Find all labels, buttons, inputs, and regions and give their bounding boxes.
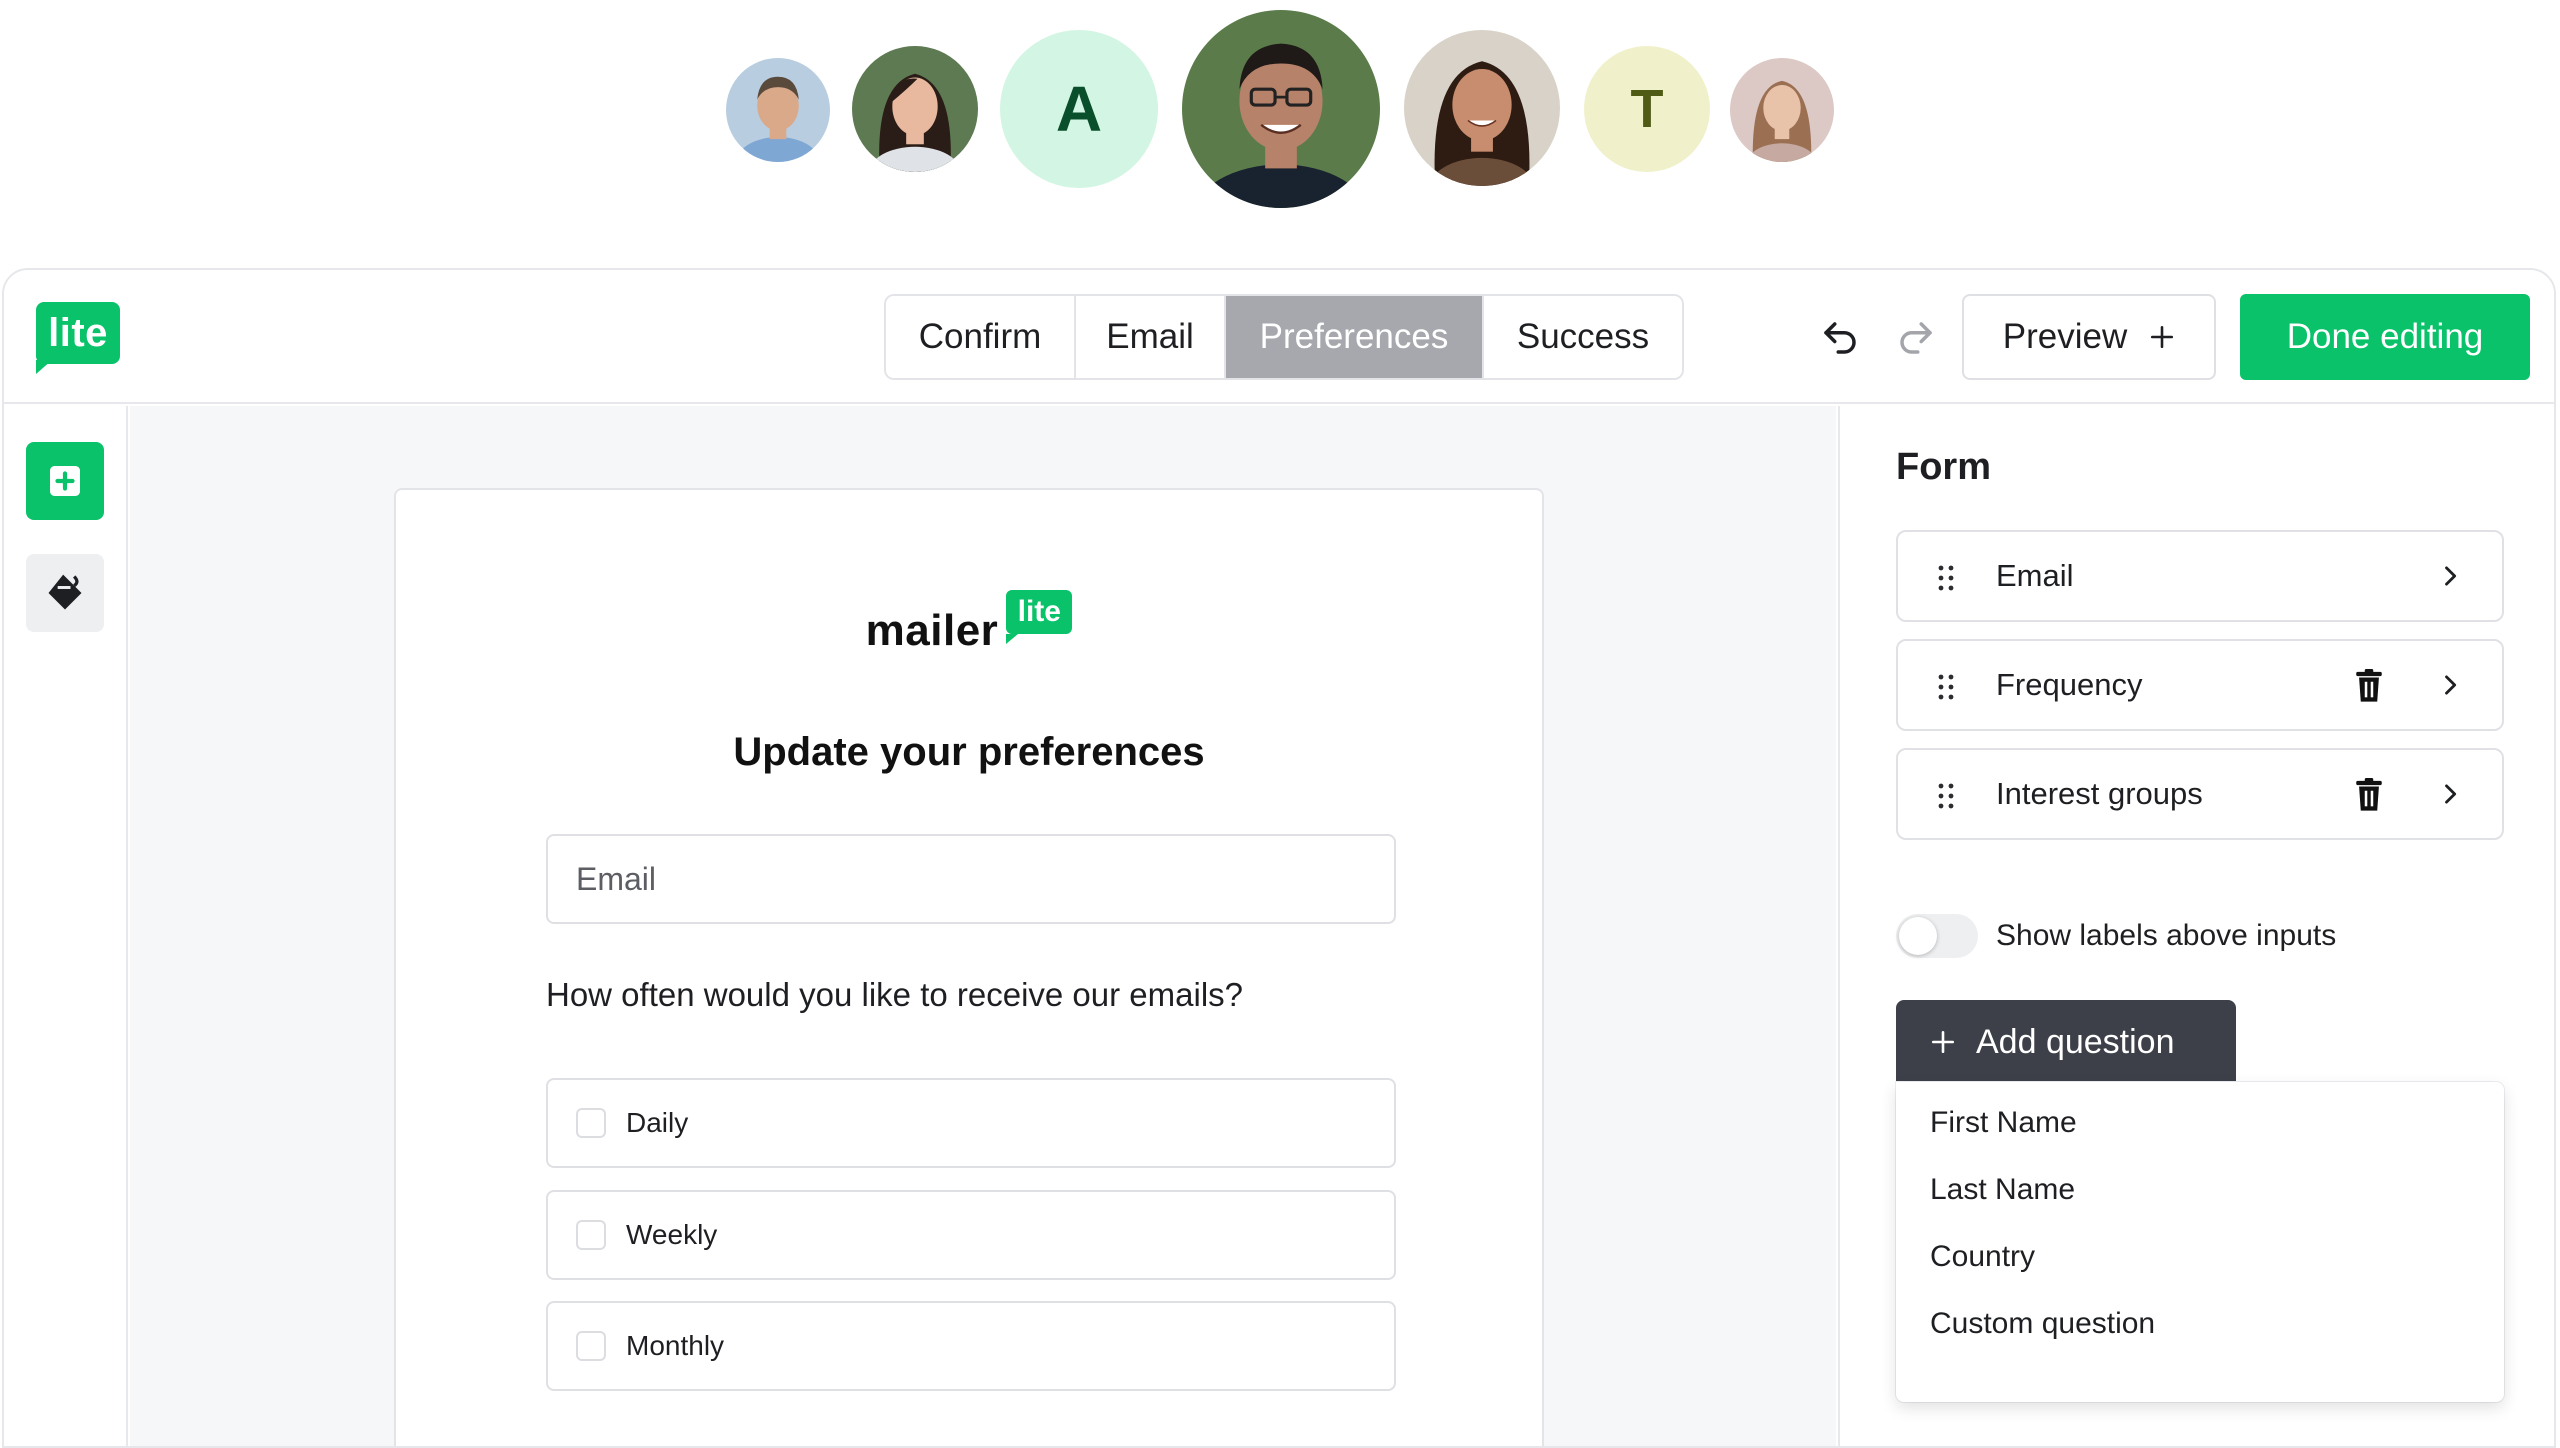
paint-bucket-icon bbox=[48, 574, 82, 610]
redo-button[interactable] bbox=[1886, 308, 1946, 368]
drag-handle-icon[interactable] bbox=[1936, 564, 1956, 592]
avatar-letter-t: T bbox=[1584, 46, 1710, 172]
checkbox[interactable] bbox=[576, 1220, 606, 1250]
avatar-letter-a: A bbox=[1000, 30, 1158, 188]
design-button[interactable] bbox=[26, 554, 104, 632]
form-settings-panel: Form Email Frequency Interest groups Sho… bbox=[1838, 406, 2554, 1446]
redo-icon bbox=[1900, 322, 1932, 354]
avatar-letter: T bbox=[1630, 79, 1664, 139]
brand-word: mailer bbox=[865, 606, 999, 655]
trash-icon[interactable] bbox=[2354, 669, 2384, 703]
plus-icon bbox=[2151, 325, 2174, 349]
field-label: Frequency bbox=[1996, 667, 2143, 702]
option-weekly[interactable]: Weekly bbox=[546, 1190, 1396, 1280]
preferences-form-card: mailer lite Update your preferences Emai… bbox=[394, 488, 1544, 1446]
step-tabs: Confirm Email Preferences Success bbox=[884, 294, 1684, 380]
field-email[interactable]: Email bbox=[1896, 530, 2504, 622]
tab-preferences[interactable]: Preferences bbox=[1226, 296, 1484, 378]
option-label: Weekly bbox=[626, 1219, 718, 1250]
preview-button[interactable]: Preview bbox=[1962, 294, 2216, 380]
menu-item-country[interactable]: Country bbox=[1930, 1240, 2035, 1274]
checkbox[interactable] bbox=[576, 1331, 606, 1361]
drag-handle-icon[interactable] bbox=[1936, 782, 1956, 810]
avatar-letter: A bbox=[1055, 73, 1103, 145]
avatar-woman-light bbox=[1730, 58, 1834, 162]
brand-badge: lite bbox=[1006, 590, 1073, 644]
preview-label: Preview bbox=[2002, 317, 2128, 356]
mailerlite-brand: mailer lite bbox=[396, 586, 1542, 656]
drag-handle-icon[interactable] bbox=[1936, 673, 1956, 701]
option-label: Monthly bbox=[626, 1330, 725, 1361]
tab-success[interactable]: Success bbox=[1484, 296, 1682, 378]
checkbox[interactable] bbox=[576, 1108, 606, 1138]
add-block-button[interactable] bbox=[26, 442, 104, 520]
avatar-man-short-hair bbox=[726, 58, 830, 162]
add-question-button[interactable]: Add question bbox=[1896, 1000, 2236, 1084]
avatar-woman-smiling bbox=[1404, 30, 1560, 186]
frequency-question: How often would you like to receive our … bbox=[546, 976, 1244, 1013]
option-daily[interactable]: Daily bbox=[546, 1078, 1396, 1168]
form-canvas: mailer lite Update your preferences Emai… bbox=[130, 406, 1836, 1446]
plus-square-icon bbox=[50, 466, 80, 496]
tab-email[interactable]: Email bbox=[1076, 296, 1226, 378]
panel-title: Form bbox=[1896, 446, 1991, 488]
show-labels-setting: Show labels above inputs bbox=[1896, 914, 2336, 958]
form-heading: Update your preferences bbox=[733, 730, 1205, 774]
logo-tail bbox=[36, 360, 52, 374]
field-frequency[interactable]: Frequency bbox=[1896, 639, 2504, 731]
mailerlite-logo[interactable]: lite bbox=[36, 302, 122, 374]
trash-icon[interactable] bbox=[2354, 778, 2384, 812]
email-field[interactable]: Email bbox=[546, 834, 1396, 924]
add-question-label: Add question bbox=[1976, 1022, 2175, 1061]
top-bar: lite Confirm Email Preferences Success P… bbox=[4, 270, 2554, 404]
done-editing-button[interactable]: Done editing bbox=[2240, 294, 2530, 380]
chevron-right-icon[interactable] bbox=[2436, 562, 2464, 590]
avatar-man-glasses bbox=[1182, 10, 1380, 208]
field-interest-groups[interactable]: Interest groups bbox=[1896, 748, 2504, 840]
left-toolbar bbox=[4, 406, 128, 1446]
tab-confirm[interactable]: Confirm bbox=[886, 296, 1076, 378]
toggle-label: Show labels above inputs bbox=[1996, 919, 2337, 952]
avatar-woman-dark-hair bbox=[852, 46, 978, 172]
show-labels-toggle[interactable] bbox=[1896, 914, 1978, 958]
menu-item-first-name[interactable]: First Name bbox=[1930, 1106, 2077, 1140]
question-type-menu: First Name Last Name Country Custom ques… bbox=[1896, 1082, 2504, 1402]
menu-item-custom-question[interactable]: Custom question bbox=[1930, 1307, 2155, 1341]
option-monthly[interactable]: Monthly bbox=[546, 1301, 1396, 1391]
chevron-right-icon[interactable] bbox=[2436, 780, 2464, 808]
menu-item-last-name[interactable]: Last Name bbox=[1930, 1173, 2075, 1207]
option-label: Daily bbox=[626, 1107, 689, 1138]
undo-button[interactable] bbox=[1810, 308, 1870, 368]
toggle-knob bbox=[1899, 917, 1937, 955]
field-label: Interest groups bbox=[1996, 776, 2203, 811]
form-editor-window: lite Confirm Email Preferences Success P… bbox=[2, 268, 2556, 1448]
plus-icon bbox=[1931, 1030, 1955, 1054]
avatar-row: A T bbox=[0, 0, 2560, 260]
undo-icon bbox=[1824, 322, 1856, 354]
field-label: Email bbox=[1996, 558, 2074, 593]
logo-text: lite bbox=[36, 302, 120, 364]
chevron-right-icon[interactable] bbox=[2436, 671, 2464, 699]
